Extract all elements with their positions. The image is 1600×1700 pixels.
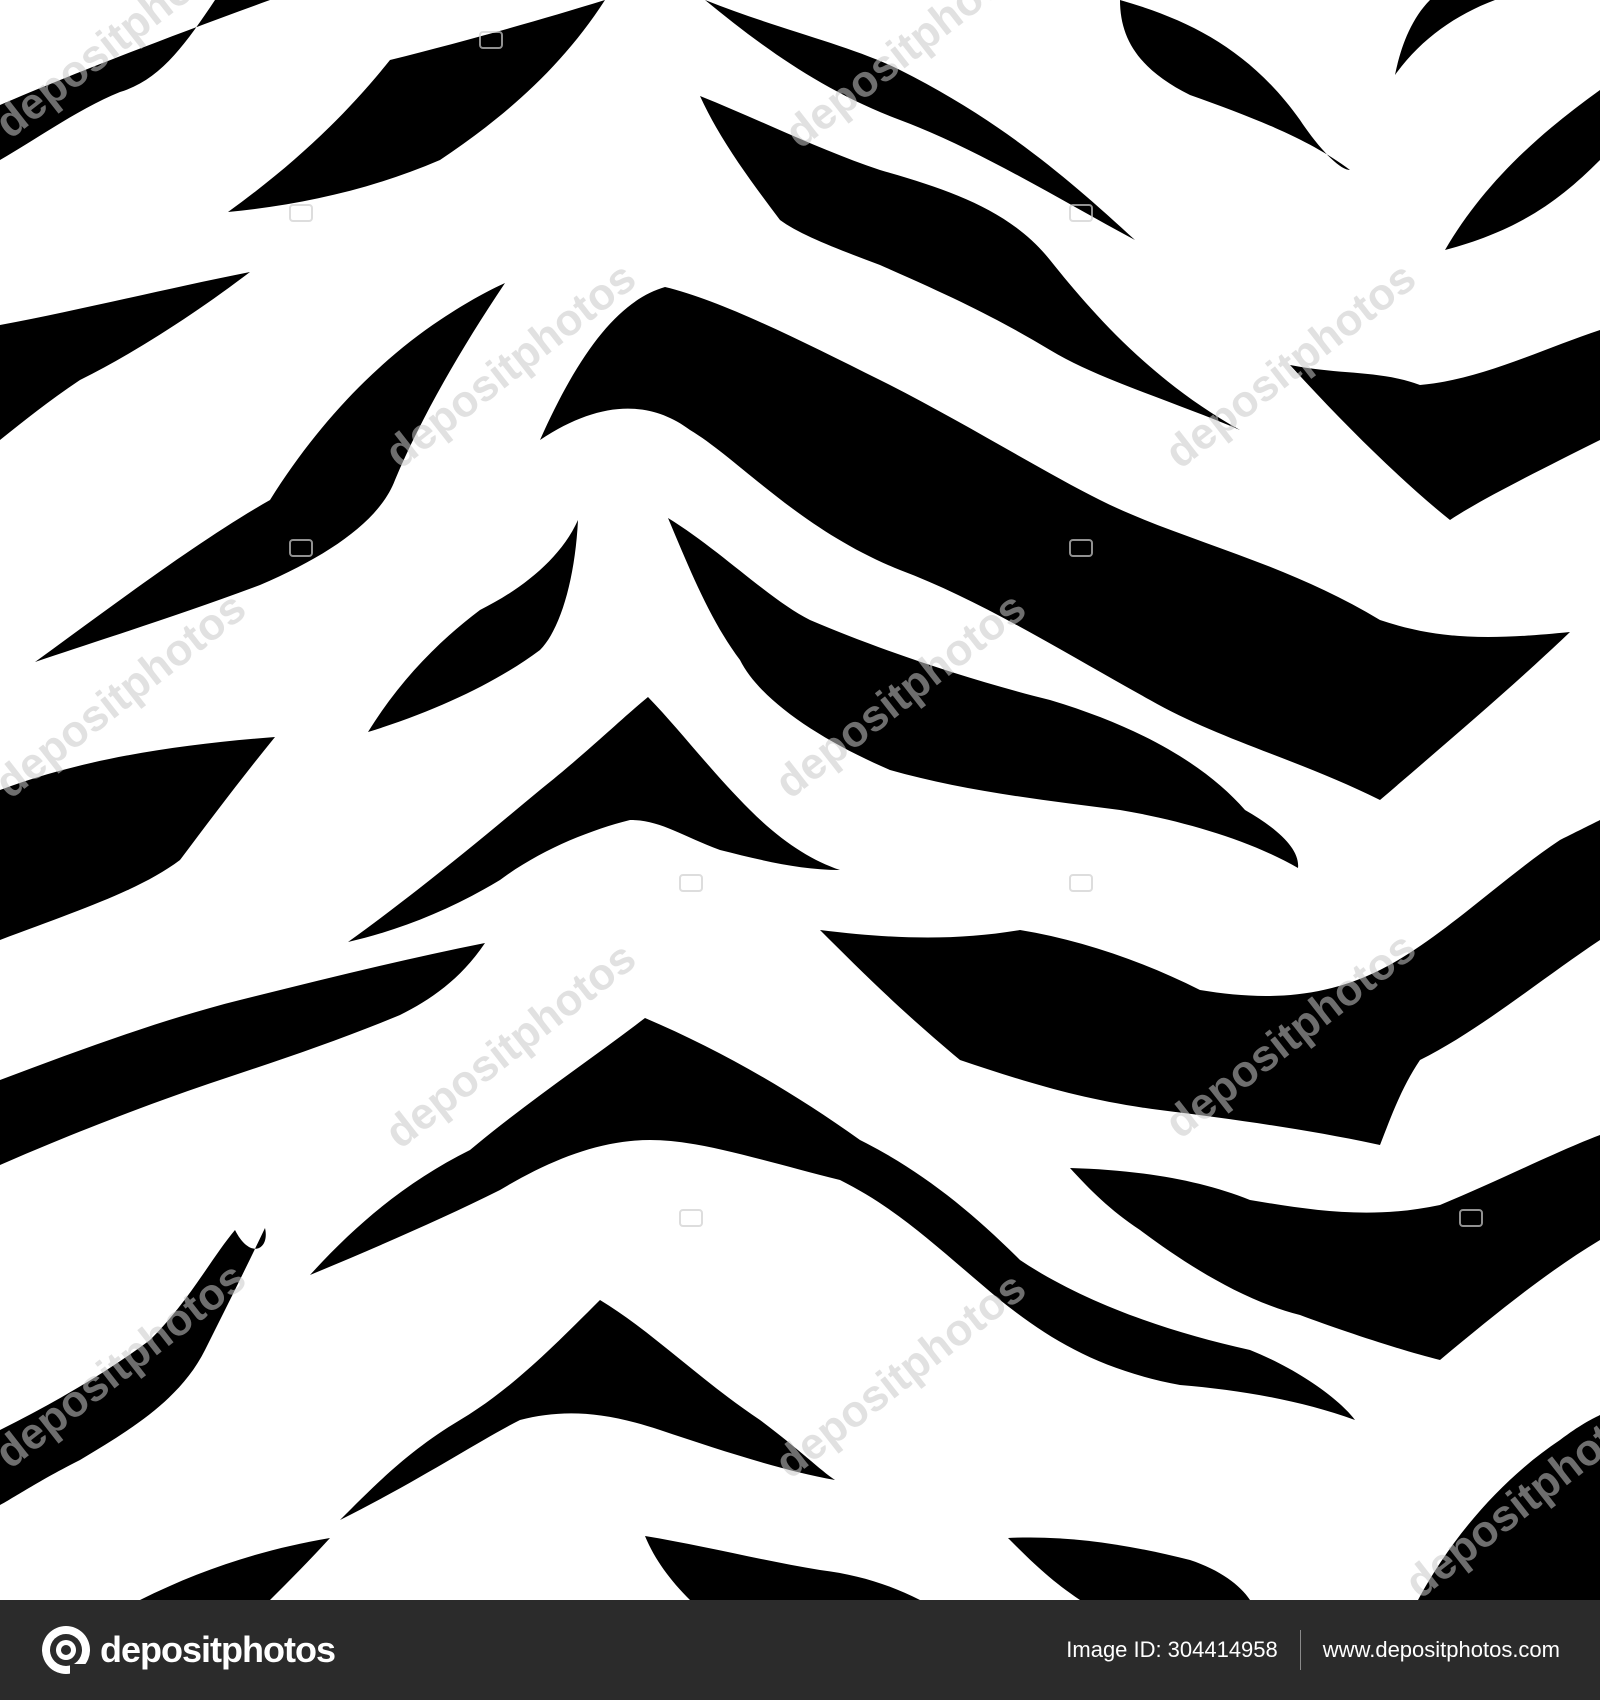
- website-link[interactable]: www.depositphotos.com: [1323, 1637, 1560, 1663]
- stock-footer-bar: depositphotos Image ID: 304414958 www.de…: [0, 1600, 1600, 1700]
- brand-name: depositphotos: [100, 1629, 336, 1670]
- footer-meta: Image ID: 304414958 www.depositphotos.co…: [1066, 1630, 1560, 1670]
- depositphotos-logo-icon: [42, 1626, 90, 1676]
- image-id-label: Image ID:: [1066, 1637, 1162, 1662]
- image-id: Image ID: 304414958: [1066, 1637, 1278, 1663]
- brand[interactable]: depositphotos: [40, 1624, 336, 1676]
- image-id-value: 304414958: [1167, 1637, 1278, 1662]
- zebra-pattern-image: depositphotos depositphotos depositphoto…: [0, 0, 1600, 1600]
- footer-divider: [1299, 1630, 1301, 1670]
